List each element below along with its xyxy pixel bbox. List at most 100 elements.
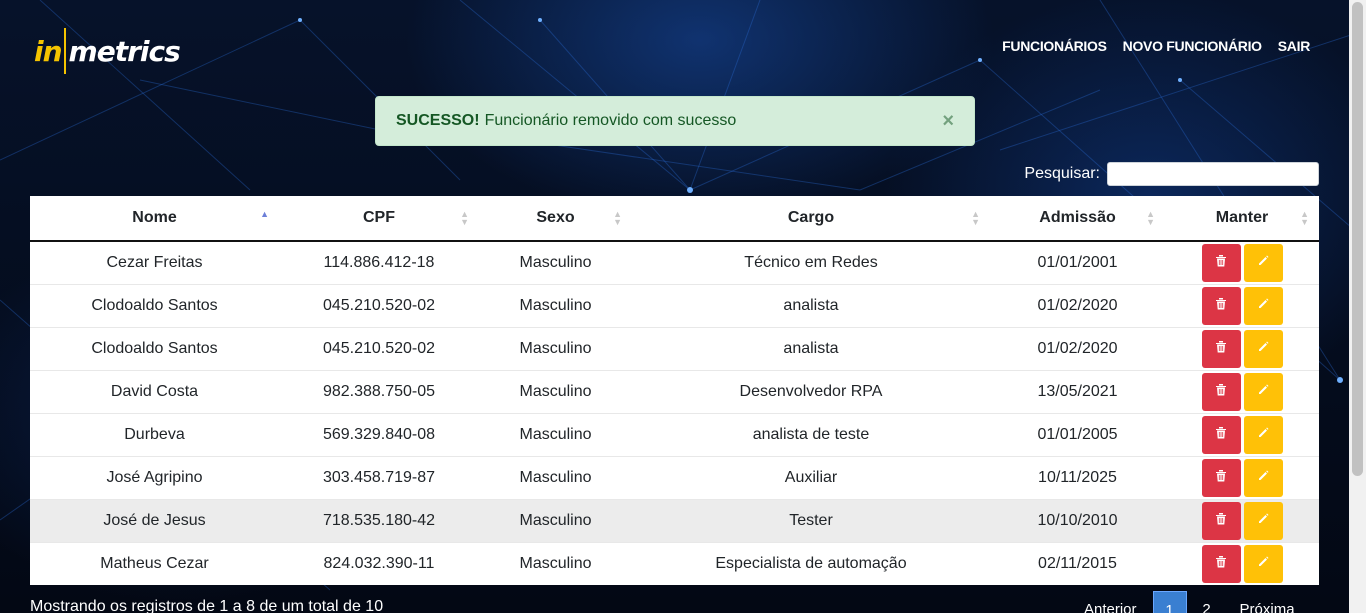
cell-nome: Matheus Cezar: [30, 541, 279, 585]
cell-cargo: Desenvolvedor RPA: [632, 369, 990, 413]
cell-manter: [1165, 326, 1319, 370]
edit-button[interactable]: [1243, 286, 1283, 325]
pencil-icon: [1257, 340, 1270, 358]
cell-manter: [1165, 541, 1319, 585]
delete-button[interactable]: [1201, 243, 1241, 282]
column-header-admissao[interactable]: Admissão ▲ ▼: [990, 196, 1165, 242]
edit-button[interactable]: [1243, 458, 1283, 497]
cell-manter: [1165, 369, 1319, 413]
cell-cpf: 303.458.719-87: [279, 455, 479, 499]
table-row: David Costa 982.388.750-05 Masculino Desenv…: [30, 369, 1319, 413]
trash-icon: [1215, 340, 1227, 358]
delete-button[interactable]: [1201, 501, 1241, 540]
pagination-next[interactable]: Próxima: [1240, 601, 1295, 613]
column-header-nome[interactable]: Nome ▲▼: [30, 196, 279, 242]
logo-metrics: metrics: [68, 34, 181, 68]
cell-nome: David Costa: [30, 369, 279, 413]
column-header-cargo[interactable]: Cargo ▲ ▼: [632, 196, 990, 242]
close-icon[interactable]: ×: [942, 109, 954, 133]
column-header-sexo[interactable]: Sexo ▲ ▼: [479, 196, 632, 242]
cell-admissao: 01/02/2020: [990, 283, 1165, 327]
cell-nome: José Agripino: [30, 455, 279, 499]
column-header-label: Sexo: [536, 209, 575, 226]
cell-cargo: analista: [632, 326, 990, 370]
cell-cargo: Especialista de automação: [632, 541, 990, 585]
cell-nome: Clodoaldo Santos: [30, 326, 279, 370]
cell-admissao: 10/10/2010: [990, 498, 1165, 542]
table-row: Cezar Freitas 114.886.412-18 Masculino Técn…: [30, 240, 1319, 284]
table-header-row: Nome ▲▼ CPF ▲▼ Sexo ▲▼ Cargo ▲▼ Admissão: [30, 196, 1319, 242]
sort-icon: ▲ ▼: [460, 209, 469, 227]
edit-button[interactable]: [1243, 501, 1283, 540]
trash-icon: [1215, 383, 1227, 401]
cell-sexo: Masculino: [479, 283, 632, 327]
edit-button[interactable]: [1243, 372, 1283, 411]
pagination-page-1[interactable]: 1: [1152, 591, 1187, 613]
cell-manter: [1165, 412, 1319, 456]
cell-sexo: Masculino: [479, 541, 632, 585]
column-header-label: Manter: [1215, 209, 1269, 226]
delete-button[interactable]: [1201, 458, 1241, 497]
alert-title: SUCESSO!: [396, 112, 480, 129]
pencil-icon: [1257, 383, 1270, 401]
cell-sexo: Masculino: [479, 455, 632, 499]
edit-button[interactable]: [1243, 243, 1283, 282]
cell-cpf: 045.210.520-02: [279, 326, 479, 370]
sort-icon: ▲ ▼: [1300, 209, 1309, 227]
cell-manter: [1165, 240, 1319, 284]
page-scrollbar[interactable]: [1349, 0, 1366, 613]
success-alert: SUCESSO! Funcionário removido com sucess…: [375, 96, 975, 146]
cell-sexo: Masculino: [479, 240, 632, 284]
table-row: José Agripino 303.458.719-87 Masculino Auxi…: [30, 455, 1319, 499]
pagination: Anterior 1 2 Próxima: [1084, 591, 1295, 613]
pagination-page-2[interactable]: 2: [1190, 591, 1224, 613]
delete-button[interactable]: [1201, 372, 1241, 411]
edit-button[interactable]: [1243, 329, 1283, 368]
cell-cpf: 045.210.520-02: [279, 283, 479, 327]
pencil-icon: [1257, 426, 1270, 444]
delete-button[interactable]: [1201, 415, 1241, 454]
column-header-manter[interactable]: Manter ▲ ▼: [1165, 196, 1319, 242]
inmetrics-logo[interactable]: in metrics: [34, 28, 181, 74]
employees-table: Nome ▲▼ CPF ▲▼ Sexo ▲▼ Cargo ▲▼ Admissão: [30, 196, 1319, 585]
scrollbar-thumb[interactable]: [1352, 2, 1363, 476]
edit-button[interactable]: [1243, 544, 1283, 583]
search-box: Pesquisar:: [1024, 162, 1319, 186]
pencil-icon: [1257, 297, 1270, 315]
cell-admissao: 01/02/2020: [990, 326, 1165, 370]
table-row: Matheus Cezar 824.032.390-11 Masculino Espe…: [30, 541, 1319, 585]
trash-icon: [1215, 426, 1227, 444]
table-row: Clodoaldo Santos 045.210.520-02 Masculino a…: [30, 326, 1319, 370]
logo-divider: [63, 28, 66, 74]
nav-funcionarios[interactable]: FUNCIONÁRIOS: [1002, 38, 1107, 54]
trash-icon: [1215, 512, 1227, 530]
delete-button[interactable]: [1201, 329, 1241, 368]
edit-button[interactable]: [1243, 415, 1283, 454]
nav-sair[interactable]: SAIR: [1278, 38, 1311, 54]
pagination-previous[interactable]: Anterior: [1084, 601, 1137, 613]
sort-asc-icon: ▲▼: [260, 209, 269, 219]
cell-cargo: Tester: [632, 498, 990, 542]
cell-manter: [1165, 455, 1319, 499]
cell-nome: Clodoaldo Santos: [30, 283, 279, 327]
column-header-cpf[interactable]: CPF ▲ ▼: [279, 196, 479, 242]
column-header-label: Cargo: [787, 209, 835, 226]
cell-cargo: analista de teste: [632, 412, 990, 456]
nav-novo-funcionario[interactable]: NOVO FUNCIONÁRIO: [1123, 38, 1262, 54]
cell-sexo: Masculino: [479, 326, 632, 370]
delete-button[interactable]: [1201, 544, 1241, 583]
search-input[interactable]: [1107, 162, 1319, 186]
trash-icon: [1215, 555, 1227, 573]
table-row: José de Jesus 718.535.180-42 Masculino Test…: [30, 498, 1319, 542]
logo-in: in: [34, 34, 63, 68]
sort-icon: ▲ ▼: [1146, 209, 1155, 227]
delete-button[interactable]: [1201, 286, 1241, 325]
cell-cargo: Técnico em Redes: [632, 240, 990, 284]
table-row: Clodoaldo Santos 045.210.520-02 Masculino a…: [30, 283, 1319, 327]
pencil-icon: [1257, 254, 1270, 272]
cell-cpf: 718.535.180-42: [279, 498, 479, 542]
cell-sexo: Masculino: [479, 498, 632, 542]
cell-cpf: 114.886.412-18: [279, 240, 479, 284]
pencil-icon: [1257, 512, 1270, 530]
trash-icon: [1215, 469, 1227, 487]
